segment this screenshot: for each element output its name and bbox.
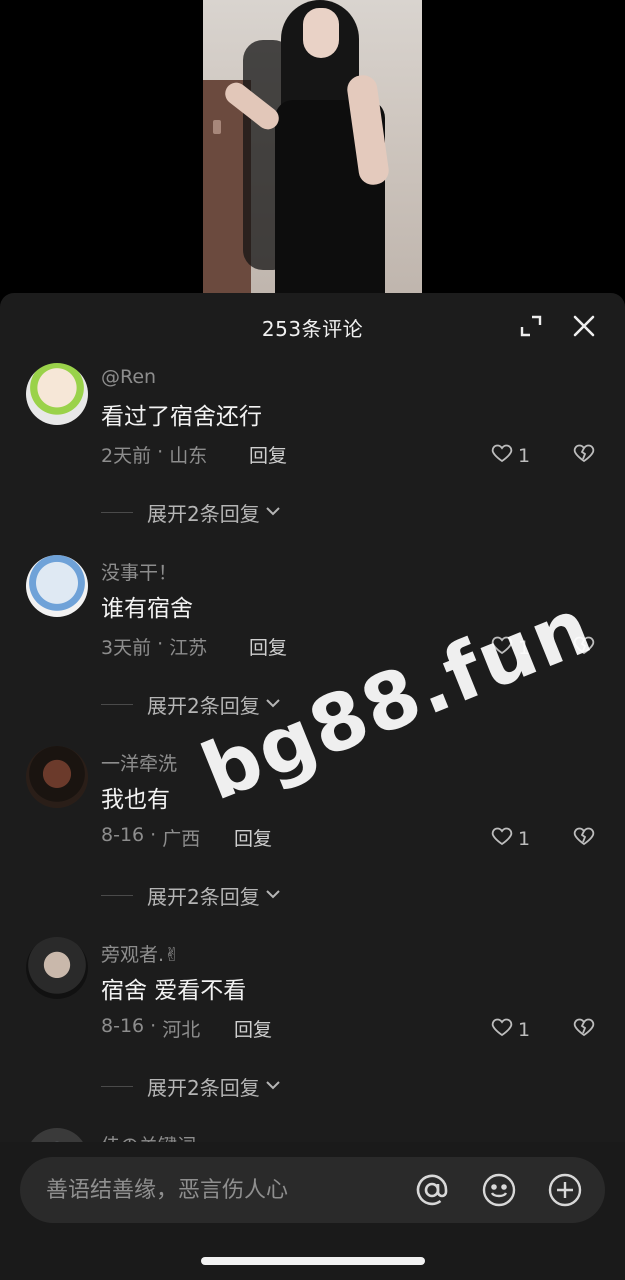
comment-username[interactable]: @Ren (101, 366, 156, 388)
emoji-icon[interactable] (480, 1171, 518, 1209)
avatar[interactable] (26, 937, 88, 999)
expand-replies-label: 展开2条回复 (147, 1076, 260, 1100)
expand-replies-button[interactable]: 展开2条回复 (101, 498, 282, 527)
like-button[interactable]: 1 (490, 633, 530, 662)
chevron-down-icon (260, 501, 282, 525)
like-count: 1 (518, 444, 531, 467)
divider-line (101, 895, 133, 896)
comment-text: 宿舍 爱看不看 (101, 978, 247, 1004)
heart-icon (490, 633, 514, 662)
meta-dot: · (144, 1015, 163, 1037)
comment-time: 3天前 (101, 637, 152, 659)
expand-replies-label: 展开2条回复 (147, 502, 260, 526)
comment-location: 广西 (162, 828, 201, 850)
comment-location: 河北 (162, 1019, 201, 1041)
like-count: 1 (518, 1018, 531, 1041)
expand-replies-button[interactable]: 展开2条回复 (101, 1072, 282, 1101)
comment-username[interactable]: 旁观者.✌ (101, 940, 180, 967)
like-count: 1 (518, 636, 531, 659)
chevron-down-icon (260, 1075, 282, 1099)
comment-time: 8-16 (101, 824, 145, 846)
at-icon[interactable] (413, 1171, 451, 1209)
sheet-header: 253条评论 (0, 293, 625, 359)
like-count: 1 (518, 827, 531, 850)
comment-meta: 8-16 · 广西 (101, 824, 200, 851)
screen: 253条评论 @Ren 看过了宿舍还行 2天前 · 山东 回复 1 展开2条回复… (0, 0, 625, 1280)
meta-dot: · (144, 824, 163, 846)
divider-line (101, 704, 133, 705)
divider-line (101, 512, 133, 513)
comment-text: 我也有 (101, 787, 170, 813)
comment-username[interactable]: 没事干！ (101, 558, 177, 585)
video-face (303, 8, 339, 58)
reply-button[interactable]: 回复 (249, 633, 287, 660)
comment-text: 谁有宿舍 (101, 596, 193, 622)
avatar[interactable] (26, 555, 88, 617)
like-button[interactable]: 1 (490, 824, 530, 853)
expand-replies-button[interactable]: 展开2条回复 (101, 690, 282, 719)
heart-icon (490, 441, 514, 470)
expand-replies-label: 展开2条回复 (147, 694, 260, 718)
reply-button[interactable]: 回复 (234, 824, 272, 851)
video-door-handle (213, 120, 221, 134)
broken-heart-icon[interactable] (572, 824, 596, 848)
comment-location: 山东 (169, 445, 208, 467)
expand-replies-button[interactable]: 展开2条回复 (101, 881, 282, 910)
reply-button[interactable]: 回复 (234, 1015, 272, 1042)
plus-icon[interactable] (546, 1171, 584, 1209)
heart-icon (490, 824, 514, 853)
chevron-down-icon (260, 884, 282, 908)
comment-input[interactable] (46, 1157, 406, 1223)
like-button[interactable]: 1 (490, 1015, 530, 1044)
video-preview[interactable] (203, 0, 422, 300)
comment-time: 8-16 (101, 1015, 145, 1037)
expand-icon[interactable] (517, 312, 545, 340)
broken-heart-icon[interactable] (572, 441, 596, 465)
comments-sheet: 253条评论 (0, 293, 625, 1280)
comment-location: 江苏 (169, 637, 208, 659)
like-button[interactable]: 1 (490, 441, 530, 470)
broken-heart-icon[interactable] (572, 633, 596, 657)
comment-username[interactable]: 一洋牵洗 (101, 749, 177, 776)
comment-text: 看过了宿舍还行 (101, 404, 262, 430)
expand-replies-label: 展开2条回复 (147, 885, 260, 909)
comment-meta: 3天前 · 江苏 (101, 633, 207, 660)
meta-dot: · (151, 441, 170, 463)
heart-icon (490, 1015, 514, 1044)
avatar[interactable] (26, 746, 88, 808)
divider-line (101, 1086, 133, 1087)
close-icon[interactable] (570, 312, 598, 340)
comment-meta: 2天前 · 山东 (101, 441, 207, 468)
reply-button[interactable]: 回复 (249, 441, 287, 468)
comment-time: 2天前 (101, 445, 152, 467)
avatar[interactable] (26, 363, 88, 425)
comment-input-container[interactable] (20, 1157, 605, 1223)
chevron-down-icon (260, 693, 282, 717)
comment-meta: 8-16 · 河北 (101, 1015, 200, 1042)
broken-heart-icon[interactable] (572, 1015, 596, 1039)
home-indicator[interactable] (201, 1257, 425, 1265)
meta-dot: · (151, 633, 170, 655)
